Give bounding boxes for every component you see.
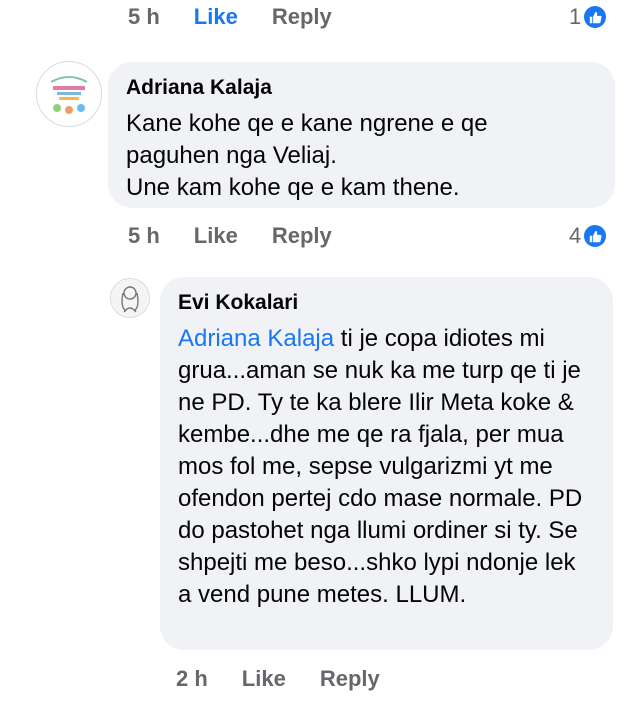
comment-body: ti je copa idiotes mi grua...aman se nuk…: [178, 325, 583, 608]
comment-time: 2 h: [176, 666, 208, 691]
reaction-number: 1: [569, 4, 582, 29]
reply-button[interactable]: Reply: [272, 223, 332, 249]
avatar[interactable]: [110, 278, 150, 318]
avatar[interactable]: [36, 61, 102, 127]
comment-time: 5 h: [128, 223, 160, 248]
reaction-count[interactable]: 4: [569, 223, 607, 249]
comment-author[interactable]: Adriana Kalaja: [126, 76, 597, 100]
like-reaction-icon: [584, 225, 607, 247]
like-reaction-icon: [584, 6, 607, 28]
comment-actions: 5 h Like Reply: [128, 223, 366, 249]
comment-author[interactable]: Evi Kokalari: [178, 291, 595, 315]
reaction-number: 4: [569, 223, 582, 248]
reply-button[interactable]: Reply: [272, 4, 332, 30]
reaction-count-top[interactable]: 1: [569, 4, 607, 30]
like-button[interactable]: Like: [242, 666, 286, 692]
comment-bubble: Evi Kokalari Adriana Kalaja ti je copa i…: [160, 277, 613, 650]
comment-actions-top: 5 h Like Reply: [128, 4, 366, 30]
reply-button[interactable]: Reply: [320, 666, 380, 692]
like-button[interactable]: Like: [194, 223, 238, 249]
comment-time: 5 h: [128, 4, 160, 29]
like-button[interactable]: Like: [194, 4, 238, 30]
comment-actions: 2 h Like Reply: [176, 666, 414, 692]
mention-link[interactable]: Adriana Kalaja: [178, 325, 334, 352]
comment-text: Kane kohe qe e kane ngrene e qe paguhen …: [126, 110, 488, 201]
comment-text: Adriana Kalaja ti je copa idiotes mi gru…: [178, 323, 595, 611]
comment-bubble: Adriana Kalaja Kane kohe qe e kane ngren…: [108, 62, 615, 208]
